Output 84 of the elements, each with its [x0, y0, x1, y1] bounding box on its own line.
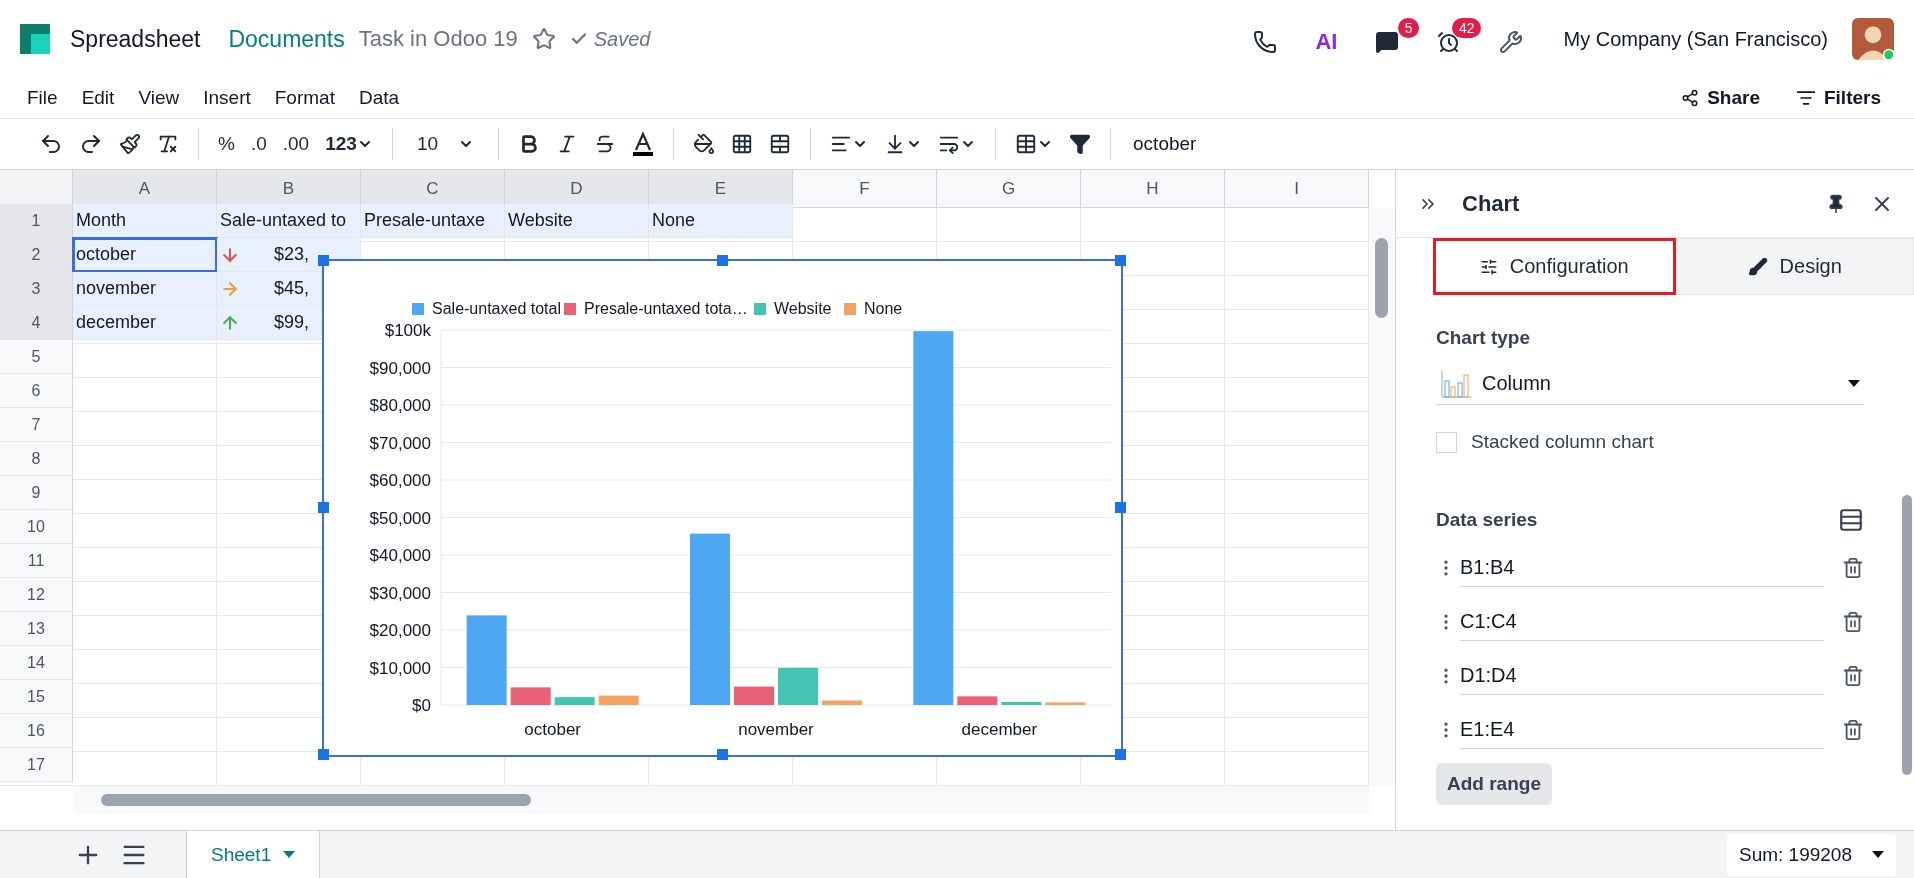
font-size-select[interactable]: 10	[408, 130, 483, 158]
table-cell: december	[73, 306, 217, 340]
row-number[interactable]: 7	[0, 408, 73, 442]
row-number[interactable]: 15	[0, 680, 73, 714]
record-name: Task in Odoo 19	[358, 26, 518, 52]
row-number[interactable]: 11	[0, 544, 73, 578]
add-range-button[interactable]: Add range	[1436, 763, 1552, 805]
row-number[interactable]: 13	[0, 612, 73, 646]
menu-item[interactable]: Format	[274, 87, 335, 109]
row-number[interactable]: 9	[0, 476, 73, 510]
breadcrumb-link[interactable]: Documents	[228, 25, 345, 53]
col-letter[interactable]: I	[1225, 170, 1369, 208]
panel-tab[interactable]: Design	[1675, 238, 1914, 295]
messages-button[interactable]: 5	[1371, 18, 1420, 60]
format-button[interactable]: .00	[279, 130, 313, 158]
col-letter[interactable]: H	[1081, 170, 1225, 208]
axis-label: $20,000	[369, 621, 431, 640]
row-number[interactable]: 4	[0, 306, 73, 340]
row-number[interactable]: 1	[0, 204, 73, 238]
axis-label: $10,000	[369, 658, 431, 678]
legend-label: Sale-untaxed total	[432, 300, 561, 317]
axis-label: $0	[412, 696, 431, 715]
row-number[interactable]: 17	[0, 748, 73, 782]
panel-tab[interactable]: Configuration	[1433, 238, 1676, 295]
row-number[interactable]: 14	[0, 646, 73, 680]
count-badge: 42	[1451, 18, 1482, 38]
cell-amount: $99,	[274, 312, 310, 333]
axis-label: $30,000	[369, 583, 431, 603]
format-button[interactable]: 123	[322, 130, 376, 158]
row-number[interactable]: 5	[0, 340, 73, 374]
menu-item[interactable]: Insert	[203, 87, 251, 109]
table-cell: october	[73, 238, 217, 272]
legend-label: Presale-untaxed tota…	[584, 300, 748, 317]
panel-title: Chart	[1462, 190, 1520, 217]
table-cell: Website	[505, 204, 649, 238]
axis-label: $60,000	[369, 471, 431, 490]
menu-item[interactable]: File	[27, 87, 58, 109]
table-cell: Month	[73, 204, 217, 238]
row-number[interactable]: 16	[0, 714, 73, 748]
app-title: Spreadsheet	[70, 25, 201, 53]
sum-selector[interactable]: Sum: 199208	[1726, 833, 1896, 876]
axis-label: $70,000	[369, 433, 431, 453]
ai-button[interactable]: AI	[1311, 17, 1358, 61]
axis-label: $40,000	[369, 546, 431, 565]
filters-button[interactable]: Filters	[1789, 86, 1887, 110]
axis-label: $100k	[384, 321, 431, 340]
sheet-tab[interactable]: Sheet1	[186, 831, 321, 878]
legend-label: Website	[774, 300, 832, 317]
col-letter[interactable]: F	[793, 170, 937, 208]
menu-item[interactable]: View	[138, 87, 180, 109]
table-cell: november	[73, 272, 217, 306]
row-number[interactable]: 2	[0, 238, 73, 272]
cell-amount: $23,	[274, 244, 310, 265]
chart-type-select[interactable]: Column	[1436, 363, 1864, 405]
activity-button[interactable]: 42	[1433, 18, 1482, 60]
axis-label: $80,000	[369, 396, 431, 415]
row-number[interactable]: 8	[0, 442, 73, 476]
axis-label: october	[524, 720, 581, 739]
section-label: Data series	[1436, 509, 1538, 531]
axis-label: november	[738, 720, 814, 739]
row-number[interactable]: 6	[0, 374, 73, 408]
row-number[interactable]: 10	[0, 510, 73, 544]
axis-label: $90,000	[369, 358, 431, 378]
col-letter[interactable]: G	[937, 170, 1081, 208]
cell-amount: $45,	[274, 278, 310, 299]
row-number[interactable]: 3	[0, 272, 73, 306]
row-number[interactable]: 12	[0, 578, 73, 612]
format-button[interactable]: .0	[247, 130, 270, 158]
axis-label: december	[961, 720, 1038, 739]
format-button[interactable]: %	[215, 130, 238, 158]
axis-label: $50,000	[369, 508, 431, 528]
table-cell: Sale-untaxed to	[217, 204, 361, 238]
count-badge: 5	[1397, 18, 1420, 38]
legend-label: None	[864, 300, 903, 317]
company-switcher[interactable]: My Company (San Francisco)	[1563, 27, 1828, 51]
table-cell: Presale-untaxe	[361, 204, 505, 238]
share-button[interactable]: Share	[1675, 86, 1766, 110]
menu-item[interactable]: Edit	[81, 87, 115, 109]
section-label: Chart type	[1436, 327, 1531, 349]
menu-item[interactable]: Data	[358, 87, 400, 109]
table-cell: None	[649, 204, 793, 238]
checkbox-label: Stacked column chart	[1471, 431, 1654, 453]
save-status: Saved	[569, 27, 651, 51]
formula-value: october	[1133, 133, 1197, 155]
